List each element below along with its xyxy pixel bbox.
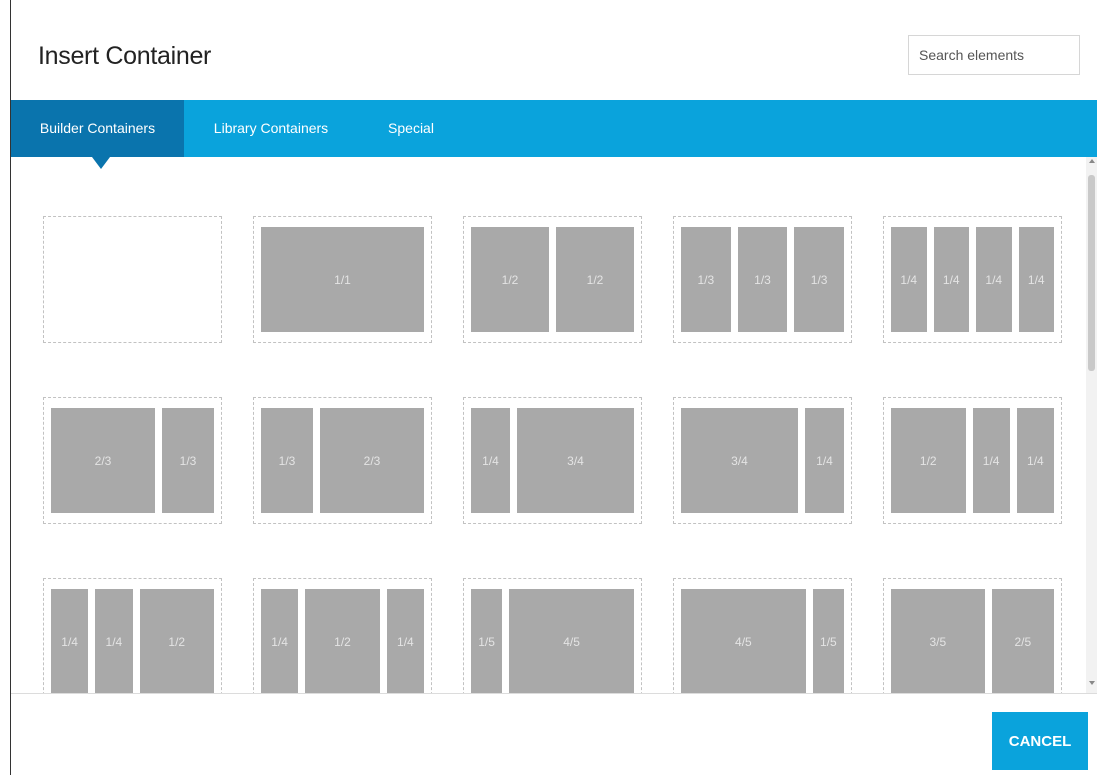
search-input[interactable] bbox=[908, 35, 1080, 75]
column-block: 2/3 bbox=[51, 408, 155, 513]
container-option-1-3-2-3[interactable]: 1/3 2/3 bbox=[253, 397, 432, 524]
container-grid-area: 1/1 1/2 1/2 1/3 1/3 1/3 1/4 1/4 1/4 1/4 2/3 1/3 1/3 2… bbox=[11, 157, 1086, 693]
column-block: 1/5 bbox=[812, 589, 844, 693]
scroll-up-arrow-icon[interactable] bbox=[1089, 159, 1095, 163]
column-block: 1/4 bbox=[1018, 227, 1054, 332]
column-block: 1/4 bbox=[51, 589, 89, 693]
container-option-2-3-1-3[interactable]: 2/3 1/3 bbox=[43, 397, 222, 524]
container-option-1-4-3-4[interactable]: 1/4 3/4 bbox=[463, 397, 642, 524]
tab-bar: Builder Containers Library Containers Sp… bbox=[11, 100, 1097, 169]
dialog-title: Insert Container bbox=[38, 42, 212, 70]
column-block: 1/2 bbox=[556, 227, 634, 332]
column-block: 1/4 bbox=[933, 227, 969, 332]
tab-library-containers[interactable]: Library Containers bbox=[206, 100, 336, 157]
column-block: 2/3 bbox=[319, 408, 424, 513]
container-option-1-2-1-4-1-4[interactable]: 1/2 1/4 1/4 bbox=[883, 397, 1062, 524]
tab-builder-containers[interactable]: Builder Containers bbox=[11, 100, 184, 157]
cancel-button[interactable]: CANCEL bbox=[992, 712, 1088, 770]
column-block: 1/2 bbox=[305, 589, 380, 693]
column-block: 3/4 bbox=[517, 408, 634, 513]
scrollbar-thumb[interactable] bbox=[1088, 175, 1095, 371]
column-block: 1/2 bbox=[891, 408, 966, 513]
column-block: 4/5 bbox=[681, 589, 806, 693]
column-block: 3/5 bbox=[891, 589, 985, 693]
column-block: 1/5 bbox=[471, 589, 503, 693]
container-option-empty[interactable] bbox=[43, 216, 222, 343]
scroll-down-arrow-icon[interactable] bbox=[1089, 681, 1095, 685]
container-option-1-4-1-4-1-2[interactable]: 1/4 1/4 1/2 bbox=[43, 578, 222, 693]
column-block: 1/3 bbox=[681, 227, 731, 332]
container-option-4-5-1-5[interactable]: 4/5 1/5 bbox=[673, 578, 852, 693]
column-block: 1/2 bbox=[471, 227, 549, 332]
container-option-1-2-1-2[interactable]: 1/2 1/2 bbox=[463, 216, 642, 343]
column-block: 3/4 bbox=[681, 408, 798, 513]
column-block: 1/3 bbox=[737, 227, 788, 332]
column-block: 1/4 bbox=[386, 589, 424, 693]
column-block: 1/4 bbox=[1016, 408, 1054, 513]
column-block: 1/2 bbox=[139, 589, 214, 693]
column-block: 2/5 bbox=[991, 589, 1054, 693]
content-scrollbar[interactable] bbox=[1086, 157, 1097, 693]
column-block: 1/4 bbox=[976, 227, 1012, 332]
column-block: 1/3 bbox=[261, 408, 313, 513]
column-block: 1/4 bbox=[261, 589, 299, 693]
dialog-header: Insert Container bbox=[11, 0, 1097, 100]
column-block: 1/4 bbox=[891, 227, 927, 332]
container-option-1-1[interactable]: 1/1 bbox=[253, 216, 432, 343]
footer-divider bbox=[11, 693, 1097, 694]
container-option-3-4-1-4[interactable]: 3/4 1/4 bbox=[673, 397, 852, 524]
column-block: 1/1 bbox=[261, 227, 424, 332]
column-block: 1/4 bbox=[471, 408, 510, 513]
column-block: 1/4 bbox=[972, 408, 1010, 513]
column-block: 1/4 bbox=[805, 408, 844, 513]
column-block: 1/4 bbox=[95, 589, 133, 693]
container-option-3-5-2-5[interactable]: 3/5 2/5 bbox=[883, 578, 1062, 693]
column-block: 1/3 bbox=[794, 227, 844, 332]
container-option-1-3x3[interactable]: 1/3 1/3 1/3 bbox=[673, 216, 852, 343]
container-option-1-4x4[interactable]: 1/4 1/4 1/4 1/4 bbox=[883, 216, 1062, 343]
container-option-1-4-1-2-1-4[interactable]: 1/4 1/2 1/4 bbox=[253, 578, 432, 693]
column-block: 1/3 bbox=[162, 408, 214, 513]
tab-special[interactable]: Special bbox=[381, 100, 441, 157]
column-block: 4/5 bbox=[509, 589, 634, 693]
container-option-1-5-4-5[interactable]: 1/5 4/5 bbox=[463, 578, 642, 693]
